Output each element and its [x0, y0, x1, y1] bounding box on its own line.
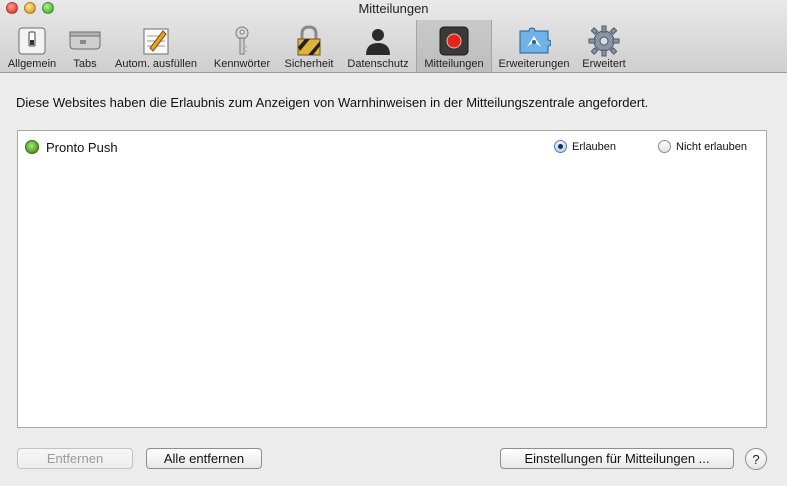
pencil-form-icon [136, 24, 176, 58]
deny-label: Nicht erlauben [676, 140, 747, 153]
deny-option[interactable]: Nicht erlauben [658, 140, 747, 153]
puzzle-compass-icon [514, 24, 554, 58]
allow-radio[interactable] [554, 140, 567, 153]
tab-notifications-label: Mitteilungen [424, 58, 484, 70]
tab-security[interactable]: Sicherheit [278, 20, 340, 72]
preferences-window: Mitteilungen Allgemein Tabs Autom. ausfü… [0, 0, 787, 486]
tab-advanced-label: Erweitert [582, 58, 626, 70]
tabs-icon [65, 24, 105, 58]
title-bar: Mitteilungen Allgemein Tabs Autom. ausfü… [0, 0, 787, 73]
key-icon [222, 24, 262, 58]
switch-icon [12, 24, 52, 58]
tab-tabs[interactable]: Tabs [64, 20, 106, 72]
tab-autofill-label: Autom. ausfüllen [115, 58, 197, 70]
preferences-toolbar: Allgemein Tabs Autom. ausfüllen Kennwört… [0, 20, 632, 72]
tab-privacy-label: Datenschutz [347, 58, 409, 70]
notification-dot-icon [434, 24, 474, 58]
tab-privacy[interactable]: Datenschutz [340, 20, 416, 72]
gear-icon [584, 24, 624, 58]
intro-text: Diese Websites haben die Erlaubnis zum A… [16, 95, 649, 110]
site-list[interactable]: Pronto Push Erlauben Nicht erlauben [17, 130, 767, 428]
remove-button[interactable]: Entfernen [17, 448, 133, 469]
help-button[interactable]: ? [745, 448, 767, 470]
deny-radio[interactable] [658, 140, 671, 153]
tab-extensions-label: Erweiterungen [498, 58, 570, 70]
notification-settings-button[interactable]: Einstellungen für Mitteilungen ... [500, 448, 734, 469]
allow-label: Erlauben [572, 140, 617, 153]
tab-allgemein[interactable]: Allgemein [0, 20, 64, 72]
site-name: Pronto Push [46, 140, 118, 155]
tab-passwords-label: Kennwörter [213, 58, 271, 70]
tab-tabs-label: Tabs [73, 58, 97, 70]
tab-notifications[interactable]: Mitteilungen [416, 20, 492, 72]
allow-option[interactable]: Erlauben [554, 140, 616, 153]
site-favicon-icon [25, 140, 39, 154]
tab-extensions[interactable]: Erweiterungen [492, 20, 576, 72]
window-title: Mitteilungen [358, 1, 429, 16]
site-row[interactable]: Pronto Push Erlauben Nicht erlauben [18, 131, 766, 161]
tab-allgemein-label: Allgemein [7, 58, 57, 70]
tab-security-label: Sicherheit [284, 58, 334, 70]
remove-all-button[interactable]: Alle entfernen [146, 448, 262, 469]
tab-autofill[interactable]: Autom. ausfüllen [106, 20, 206, 72]
tab-passwords[interactable]: Kennwörter [206, 20, 278, 72]
tab-advanced[interactable]: Erweitert [576, 20, 632, 72]
lock-icon [289, 24, 329, 58]
person-silhouette-icon [358, 24, 398, 58]
